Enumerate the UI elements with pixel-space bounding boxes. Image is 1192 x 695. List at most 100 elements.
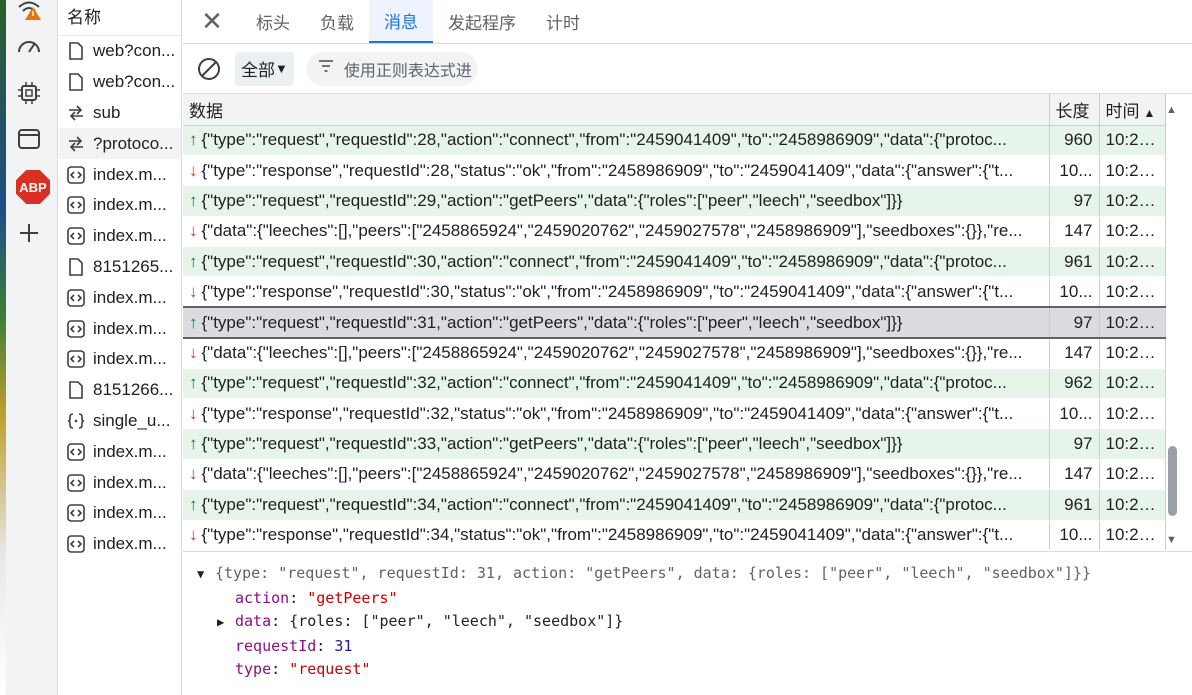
- message-length: 10...: [1049, 520, 1100, 551]
- received-arrow-icon: ↓: [189, 281, 198, 301]
- sent-arrow-icon: ↑: [189, 434, 198, 454]
- detail-requestid-line: requestId: 31: [235, 636, 353, 655]
- scroll-down-icon[interactable]: ▼: [1166, 534, 1177, 546]
- wifi-warning-icon[interactable]: [14, 0, 44, 24]
- message-data: {"type":"request","requestId":34,"action…: [201, 494, 1007, 514]
- message-time: 10:27...: [1099, 276, 1166, 308]
- chip-icon[interactable]: [14, 78, 44, 108]
- message-data: {"type":"request","requestId":28,"action…: [201, 130, 1007, 150]
- message-length: 147: [1049, 459, 1100, 491]
- messages-table: 数据 长度 时间 ▲ ↑ {"type":"request","requestId"…: [183, 94, 1166, 551]
- message-row[interactable]: ↓ {"type":"response","requestId":28,"stat…: [183, 155, 1166, 187]
- request-list-item[interactable]: 8151266...: [59, 375, 181, 406]
- tab-initiator[interactable]: 发起程序: [433, 0, 531, 43]
- message-row[interactable]: ↑ {"type":"request","requestId":31,"actio…: [183, 306, 1166, 339]
- message-row[interactable]: ↑ {"type":"request","requestId":28,"actio…: [183, 125, 1166, 156]
- names-header[interactable]: 名称: [59, 0, 181, 36]
- message-row[interactable]: ↑ {"type":"request","requestId":32,"actio…: [183, 368, 1166, 400]
- clear-messages-button[interactable]: [183, 57, 235, 81]
- request-name: single_u...: [93, 410, 171, 430]
- message-row[interactable]: ↓ {"type":"response","requestId":32,"stat…: [183, 398, 1166, 430]
- request-list-item[interactable]: index.m...: [59, 190, 181, 221]
- column-time[interactable]: 时间 ▲: [1099, 94, 1166, 126]
- received-arrow-icon: ↓: [189, 160, 198, 180]
- message-length: 147: [1049, 337, 1100, 369]
- message-data-cell: ↑ {"type":"request","requestId":33,"actio…: [183, 428, 1050, 460]
- tab-headers[interactable]: 标头: [241, 0, 305, 43]
- vertical-scrollbar[interactable]: ▲ ▼: [1165, 94, 1180, 552]
- gauge-icon[interactable]: [14, 30, 44, 60]
- detail-data-line[interactable]: ▶ data: {roles: ["peer", "leech", "seedbo…: [183, 610, 1192, 635]
- plus-icon[interactable]: [14, 218, 44, 248]
- message-row[interactable]: ↑ {"type":"request","requestId":34,"actio…: [183, 489, 1166, 521]
- sent-arrow-icon: ↑: [189, 312, 198, 332]
- message-row[interactable]: ↓ {"data":{"leeches":[],"peers":["2458865…: [183, 216, 1166, 248]
- sent-arrow-icon: ↑: [189, 190, 198, 210]
- message-length: 97: [1049, 428, 1100, 460]
- message-type-select[interactable]: 全部 ▼: [235, 51, 294, 86]
- tab-timing[interactable]: 计时: [531, 0, 595, 43]
- scroll-up-icon[interactable]: ▲: [1166, 104, 1177, 116]
- close-icon[interactable]: ✕: [183, 0, 241, 43]
- message-row[interactable]: ↓ {"data":{"leeches":[],"peers":["2458865…: [183, 337, 1166, 369]
- message-row[interactable]: ↓ {"type":"response","requestId":34,"stat…: [183, 520, 1166, 551]
- message-data-cell: ↓ {"type":"response","requestId":34,"stat…: [183, 520, 1050, 551]
- detail-type-key: type: [235, 660, 272, 678]
- request-list-item[interactable]: index.m...: [59, 221, 181, 252]
- request-name: index.m...: [93, 441, 167, 461]
- sent-arrow-icon: ↑: [189, 373, 198, 393]
- tab-messages[interactable]: 消息: [369, 0, 433, 43]
- message-data: {"type":"response","requestId":30,"statu…: [201, 281, 1014, 301]
- detail-action-key: action: [235, 588, 290, 607]
- collapsed-triangle-icon[interactable]: ▶: [217, 611, 235, 635]
- activity-bar: ABP: [0, 0, 58, 695]
- scroll-thumb[interactable]: [1168, 446, 1177, 516]
- request-list-item[interactable]: index.m...: [59, 344, 181, 375]
- script-icon: [67, 227, 85, 245]
- request-list-item[interactable]: index.m...: [59, 313, 181, 344]
- request-list-item[interactable]: index.m...: [59, 529, 181, 560]
- request-list-item[interactable]: web?con...: [59, 36, 181, 67]
- request-list-item[interactable]: index.m...: [59, 436, 181, 467]
- request-list-item[interactable]: 8151265...: [59, 252, 181, 283]
- document-icon: [67, 73, 85, 91]
- detail-requestid-key: requestId: [235, 636, 317, 655]
- request-name: 8151265...: [93, 256, 174, 276]
- expanded-triangle-icon[interactable]: ▼: [197, 563, 215, 587]
- request-list-item[interactable]: ?protoco...: [59, 128, 181, 160]
- message-length: 10...: [1049, 398, 1100, 430]
- message-length: 97: [1049, 185, 1100, 217]
- request-list-item[interactable]: index.m...: [59, 282, 181, 313]
- window-icon[interactable]: [14, 124, 44, 154]
- detail-summary-line[interactable]: ▼ {type: "request", requestId: 31, action…: [183, 562, 1192, 587]
- message-row[interactable]: ↓ {"type":"response","requestId":30,"stat…: [183, 276, 1166, 308]
- request-name: index.m...: [93, 164, 167, 184]
- request-name: ?protoco...: [93, 133, 174, 153]
- message-row[interactable]: ↑ {"type":"request","requestId":30,"actio…: [183, 246, 1166, 278]
- filter-icon: [318, 59, 334, 78]
- column-data[interactable]: 数据: [183, 94, 1050, 126]
- request-list-item[interactable]: single_u...: [59, 406, 181, 437]
- column-length[interactable]: 长度: [1049, 94, 1100, 126]
- message-data-cell: ↑ {"type":"request","requestId":29,"actio…: [183, 185, 1050, 217]
- request-name: index.m...: [93, 503, 167, 523]
- regex-filter-input[interactable]: 使用正则表达式进: [305, 51, 478, 86]
- tab-payload[interactable]: 负载: [305, 0, 369, 43]
- message-row[interactable]: ↑ {"type":"request","requestId":29,"actio…: [183, 185, 1166, 217]
- abp-icon[interactable]: ABP: [16, 170, 50, 204]
- document-icon: [67, 381, 85, 399]
- message-data: {"type":"response","requestId":34,"statu…: [201, 525, 1014, 545]
- received-arrow-icon: ↓: [189, 464, 198, 484]
- request-list-item[interactable]: index.m...: [59, 498, 181, 529]
- message-row[interactable]: ↑ {"type":"request","requestId":33,"actio…: [183, 428, 1166, 460]
- message-length: 961: [1049, 489, 1100, 521]
- message-row[interactable]: ↓ {"data":{"leeches":[],"peers":["2458865…: [183, 459, 1166, 491]
- json-icon: [67, 412, 85, 430]
- request-list-item[interactable]: index.m...: [59, 467, 181, 498]
- request-list-item[interactable]: sub: [59, 98, 181, 129]
- detail-panel: ✕ 标头 负载 消息 发起程序 计时 全部 ▼ 使用正则表达式进 数据 长度 时…: [183, 0, 1192, 695]
- request-list-item[interactable]: web?con...: [59, 67, 181, 98]
- caret-down-icon: ▼: [275, 61, 288, 76]
- request-list-item[interactable]: index.m...: [59, 159, 181, 190]
- document-icon: [67, 258, 85, 276]
